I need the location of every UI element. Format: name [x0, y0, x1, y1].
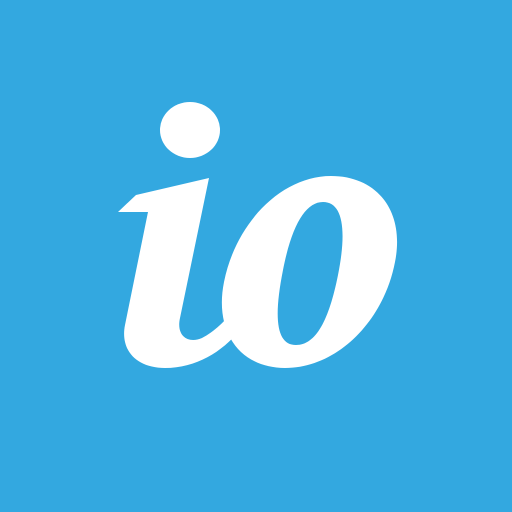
io-logo-icon: io [0, 0, 512, 512]
io-logo-graphic: io [0, 0, 512, 512]
letter-i-dot [160, 102, 220, 158]
